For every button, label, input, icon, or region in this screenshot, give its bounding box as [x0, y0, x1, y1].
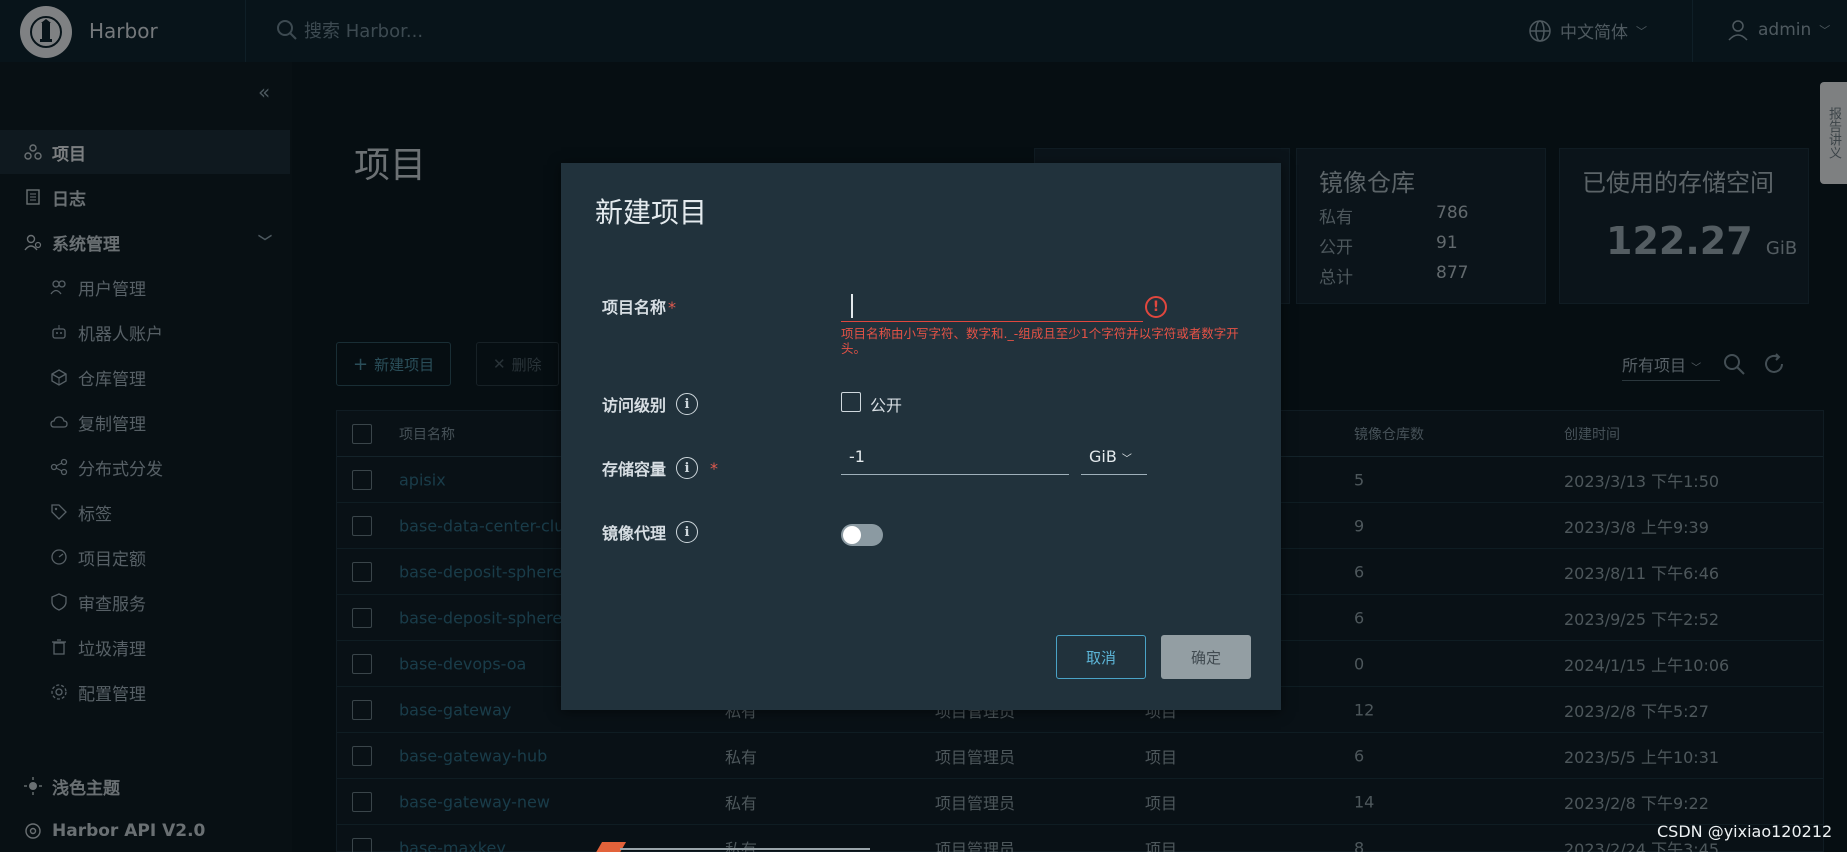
public-checkbox-label[interactable]: 公开: [870, 392, 902, 416]
annotation-underline: [620, 848, 870, 850]
proxy-cache-toggle[interactable]: [841, 524, 883, 546]
dialog-title: 新建项目: [595, 196, 708, 229]
new-project-dialog: 新建项目 项目名称 * ! 项目名称由小写字符、数字和._-组成且至少1个字符并以…: [561, 163, 1281, 710]
project-name-input[interactable]: [841, 288, 1143, 322]
ok-button[interactable]: 确定: [1161, 635, 1251, 679]
info-icon[interactable]: i: [676, 521, 699, 543]
quota-unit-select[interactable]: GiB ﹀: [1081, 441, 1147, 475]
project-name-error: 项目名称由小写字符、数字和._-组成且至少1个字符并以字符或者数字开头。: [841, 326, 1239, 356]
toggle-knob: [843, 526, 861, 544]
storage-quota-label: 存储容量 i *: [602, 457, 719, 479]
access-level-label: 访问级别 i: [602, 392, 699, 416]
info-icon[interactable]: i: [676, 393, 699, 415]
project-name-label: 项目名称 *: [602, 298, 677, 317]
chevron-down-icon: ﹀: [1121, 454, 1132, 465]
watermark: CSDN @yixiao120212: [1657, 822, 1833, 841]
text-caret: [851, 294, 853, 318]
error-icon: !: [1145, 296, 1167, 318]
proxy-cache-label: 镜像代理 i: [602, 520, 699, 544]
cancel-button[interactable]: 取消: [1056, 635, 1146, 679]
info-icon[interactable]: i: [676, 457, 699, 479]
storage-quota-input[interactable]: -1: [841, 441, 1069, 475]
public-checkbox[interactable]: [841, 392, 861, 412]
